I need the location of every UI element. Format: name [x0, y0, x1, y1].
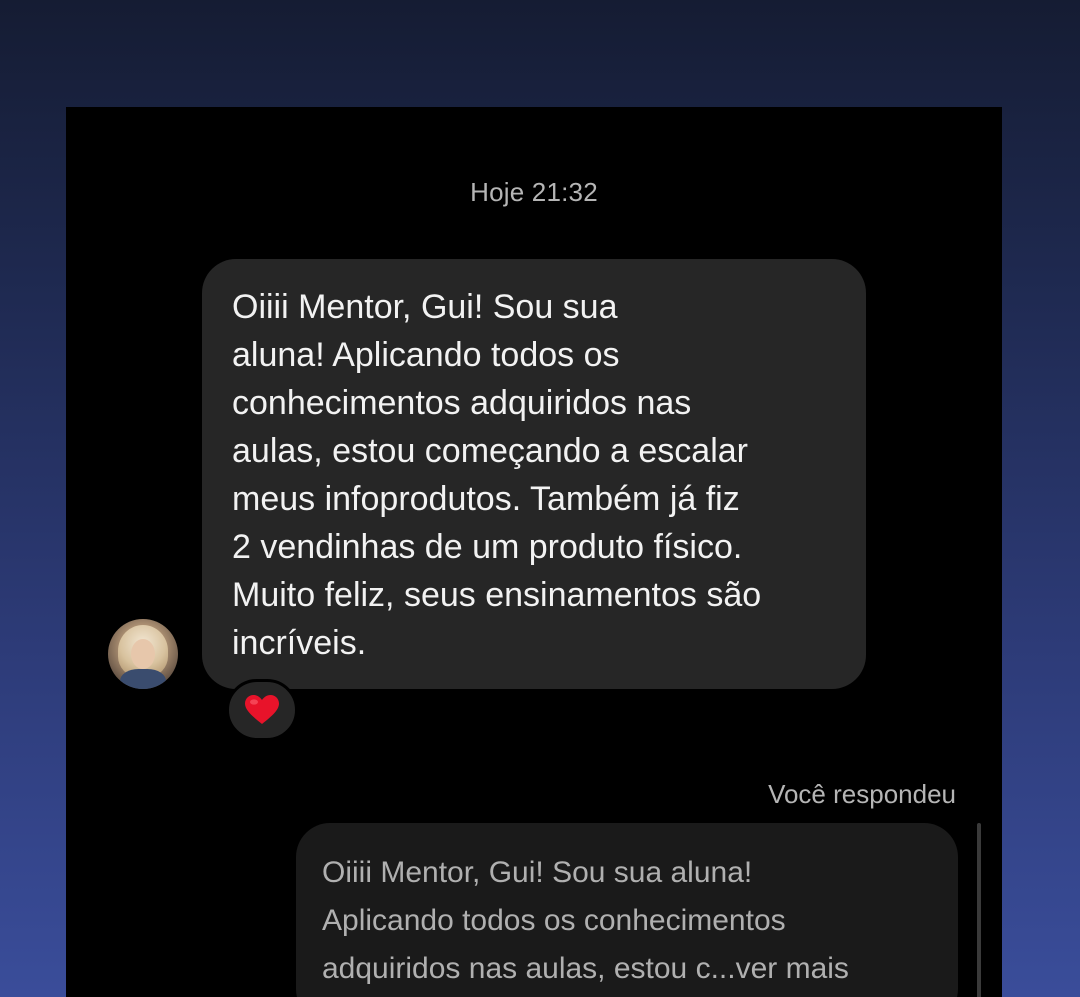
message-line: 2 vendinhas de um produto físico. [232, 528, 743, 566]
quoted-line: adquiridos nas aulas, estou c...ver mais [322, 952, 849, 985]
message-line: incríveis. [232, 624, 367, 662]
chat-screen: Hoje 21:32 Oiiii Mentor, Gui! Sou sua al… [66, 107, 1002, 997]
quoted-message-bubble[interactable]: Oiiii Mentor, Gui! Sou sua aluna! Aplica… [296, 823, 958, 997]
quoted-line: Oiiii Mentor, Gui! Sou sua aluna! [322, 856, 753, 889]
message-line: aulas, estou começando a escalar [232, 432, 748, 470]
message-line: aluna! Aplicando todos os [232, 336, 620, 374]
message-line: Muito feliz, seus ensinamentos são [232, 576, 762, 614]
sender-avatar[interactable] [108, 619, 178, 689]
heart-reaction[interactable] [226, 679, 298, 741]
message-line: Oiiii Mentor, Gui! Sou sua [232, 288, 618, 326]
message-timestamp: Hoje 21:32 [470, 177, 598, 207]
incoming-message-bubble[interactable]: Oiiii Mentor, Gui! Sou sua aluna! Aplica… [202, 259, 866, 689]
message-line: conhecimentos adquiridos nas [232, 384, 692, 422]
quote-indicator-bar [977, 823, 981, 997]
avatar-face [131, 639, 155, 669]
heart-icon [245, 695, 279, 724]
reply-label: Você respondeu [768, 779, 956, 809]
message-line: meus infoprodutos. Também já fiz [232, 480, 740, 518]
avatar-body [120, 669, 166, 689]
quoted-line: Aplicando todos os conhecimentos [322, 904, 786, 937]
